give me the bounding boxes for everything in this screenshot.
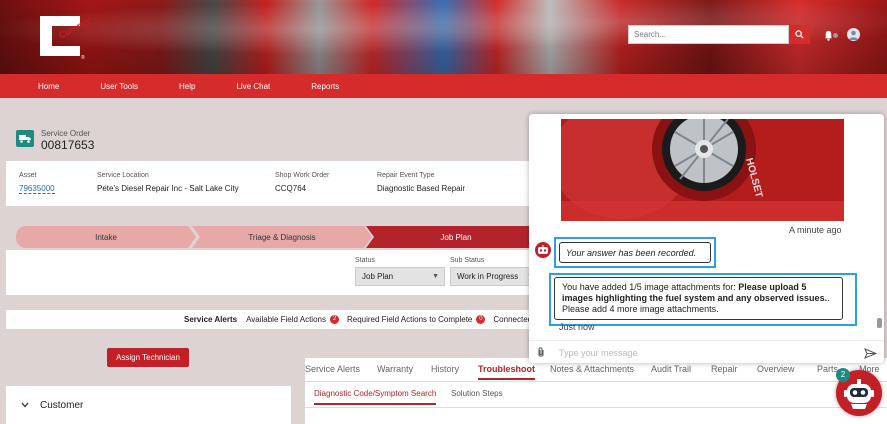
chat-message-input[interactable]: Type your message xyxy=(559,348,638,358)
shop-work-order-label: Shop Work Order xyxy=(275,172,330,179)
status-label: Status xyxy=(355,257,375,264)
send-icon[interactable] xyxy=(864,346,878,363)
chat-panel: HOLSET A minute ago Your answer has been… xyxy=(529,114,884,363)
tab-troubleshoot[interactable]: Troubleshoot xyxy=(478,364,535,380)
main-nav: Home User Tools Help Live Chat Reports xyxy=(0,74,887,98)
tab-notes-attachments[interactable]: Notes & Attachments xyxy=(550,364,634,374)
step-intake[interactable]: Intake xyxy=(16,226,196,248)
truck-icon xyxy=(16,130,34,147)
status-select[interactable]: Job Plan ▼ xyxy=(355,267,445,286)
attachment-message-text: You have added 1/5 image attachments for… xyxy=(562,282,739,292)
repair-event-type-value: Diagnostic Based Repair xyxy=(377,184,466,193)
notification-dot xyxy=(833,33,838,38)
step-triage-diagnosis[interactable]: Triage & Diagnosis xyxy=(192,226,372,248)
asset-link[interactable]: 79635000 xyxy=(19,184,55,194)
nav-reports[interactable]: Reports xyxy=(311,82,339,91)
search-icon xyxy=(795,30,804,39)
sub-status-label: Sub Status xyxy=(450,257,485,264)
user-avatar-icon[interactable] xyxy=(847,28,860,41)
available-count-badge: 2 xyxy=(329,315,339,324)
required-count-badge: 0 xyxy=(476,315,486,324)
nav-live-chat[interactable]: Live Chat xyxy=(236,82,270,91)
service-location-value: Pete's Diesel Repair Inc - Salt Lake Cit… xyxy=(97,184,239,193)
subtab-diagnostic-code-search[interactable]: Diagnostic Code/Symptom Search xyxy=(314,389,437,405)
sub-status-select[interactable]: Work in Progress▼ xyxy=(450,267,540,286)
chatbot-avatar-icon xyxy=(535,242,551,258)
step-triage-label: Triage & Diagnosis xyxy=(248,232,316,242)
tab-history[interactable]: History xyxy=(431,364,459,374)
service-alerts-title: Service Alerts xyxy=(184,315,238,324)
tab-repair[interactable]: Repair xyxy=(711,364,738,374)
service-order-label: Service Order xyxy=(41,129,91,138)
customer-section[interactable]: Customer xyxy=(6,386,291,424)
tab-warranty[interactable]: Warranty xyxy=(377,364,413,374)
status-card: Status Job Plan ▼ Sub Status Work in Prog… xyxy=(6,250,546,295)
chevron-down-icon xyxy=(21,400,29,410)
paperclip-icon[interactable] xyxy=(537,346,545,361)
tab-service-alerts[interactable]: Service Alerts xyxy=(305,364,360,374)
connected-label[interactable]: Connected xyxy=(493,315,532,324)
sub-status-value: Work in Progress xyxy=(457,272,519,281)
step-job-plan[interactable]: Job Plan xyxy=(366,226,546,248)
chevron-down-icon: ▼ xyxy=(432,273,439,280)
notification-bell-icon[interactable] xyxy=(823,28,834,46)
shop-work-order-value: CCQ764 xyxy=(275,184,307,193)
chat-scrollbar[interactable] xyxy=(877,318,882,328)
turbocharger-image[interactable]: HOLSET xyxy=(561,119,844,221)
service-order-number: 00817653 xyxy=(41,138,95,152)
subtab-solution-steps[interactable]: Solution Steps xyxy=(451,389,503,398)
bot-message-attachments: You have added 1/5 image attachments for… xyxy=(554,277,843,320)
subtabs-divider xyxy=(305,407,887,408)
tab-overview[interactable]: Overview xyxy=(757,364,795,374)
nav-user-tools[interactable]: User Tools xyxy=(100,82,138,91)
detail-tabs: Service Alerts Warranty History Troubles… xyxy=(305,358,887,424)
chat-input-bar: Type your message xyxy=(529,340,884,363)
search-button[interactable] xyxy=(789,25,810,44)
customer-label: Customer xyxy=(40,400,84,411)
status-value: Job Plan xyxy=(362,272,394,281)
nav-help[interactable]: Help xyxy=(179,82,195,91)
available-field-actions-link[interactable]: Available Field Actions xyxy=(246,315,326,324)
nav-home[interactable]: Home xyxy=(38,82,59,91)
tab-parts[interactable]: Parts xyxy=(817,364,838,374)
bot-message-recorded: Your answer has been recorded. xyxy=(559,242,711,263)
repair-event-type-label: Repair Event Type xyxy=(377,172,435,179)
service-location-label: Service Location xyxy=(97,172,149,179)
service-alerts-bar: Service Alerts Available Field Actions 2… xyxy=(6,310,546,329)
service-order-info: Asset 79635000 Service Location Pete's D… xyxy=(6,161,546,206)
progress-path: Intake Triage & Diagnosis Job Plan xyxy=(16,226,546,248)
cummins-logo[interactable]: Cummins ® xyxy=(34,10,98,62)
tab-audit-trail[interactable]: Audit Trail xyxy=(651,364,691,374)
message-timestamp: Just now xyxy=(559,322,595,332)
asset-label: Asset xyxy=(19,172,37,179)
step-intake-label: Intake xyxy=(95,232,117,242)
required-field-actions-link[interactable]: Required Field Actions to Complete xyxy=(347,315,472,324)
assign-technician-button[interactable]: Assign Technician xyxy=(107,348,189,367)
tabs-divider xyxy=(305,381,887,382)
step-job-plan-label: Job Plan xyxy=(440,232,472,242)
chat-notification-badge: 2 xyxy=(836,368,850,382)
message-timestamp: A minute ago xyxy=(789,225,842,235)
svg-text:®: ® xyxy=(81,54,85,61)
search-input[interactable]: Search... xyxy=(628,25,789,44)
